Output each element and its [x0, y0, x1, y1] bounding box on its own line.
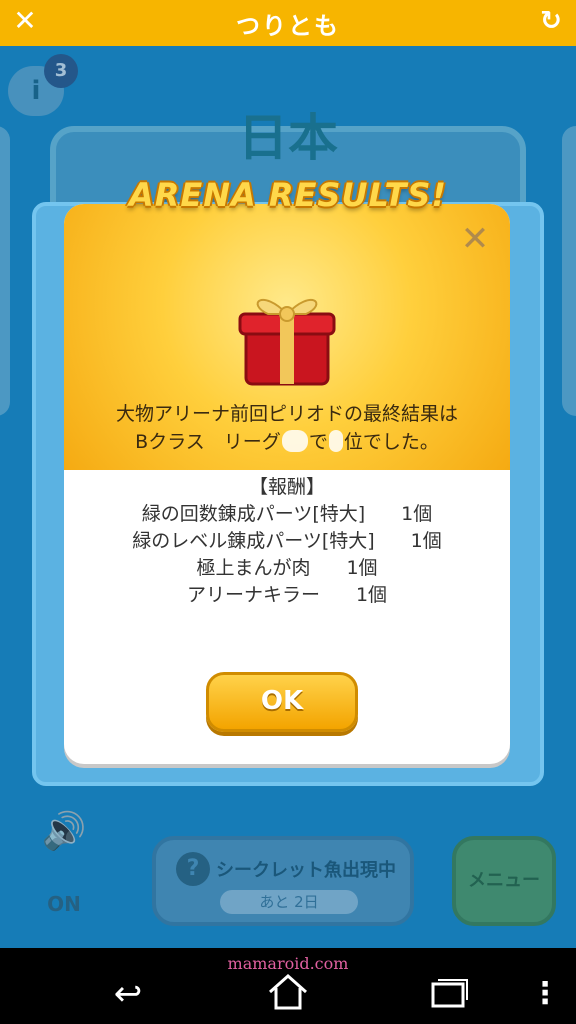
- result-message-line2: Bクラス リーグ で位でした。: [64, 428, 510, 456]
- app-title: つりとも: [236, 12, 340, 40]
- result-message: 大物アリーナ前回ピリオドの最終結果は Bクラス リーグ で位でした。: [64, 400, 510, 456]
- redacted-rank: [328, 430, 343, 452]
- watermark: mamaroid.com: [227, 954, 349, 973]
- redacted-league: [281, 430, 308, 452]
- reload-icon[interactable]: ↻: [536, 6, 566, 36]
- dialog-close-icon[interactable]: ✕: [458, 222, 492, 256]
- more-icon[interactable]: ⋮: [530, 974, 560, 1014]
- reward-name: 緑のレベル錬成パーツ[特大]: [132, 530, 375, 552]
- arena-results-banner: ARENA RESULTS!: [128, 176, 448, 214]
- arena-results-dialog: ✕ 大物アリーナ前回ピリオドの最終結果は Bクラス リーグ で位でした。 【報酬】…: [64, 204, 510, 764]
- rewards-list: 【報酬】 緑の回数錬成パーツ[特大] 1個 緑のレベル錬成パーツ[特大] 1個 極上…: [64, 474, 510, 609]
- reward-item: 緑のレベル錬成パーツ[特大] 1個: [64, 528, 510, 555]
- result-message-line1: 大物アリーナ前回ピリオドの最終結果は: [115, 403, 458, 425]
- reward-item: 極上まんが肉 1個: [64, 555, 510, 582]
- reward-item: 緑の回数錬成パーツ[特大] 1個: [64, 501, 510, 528]
- result-de: で: [308, 431, 328, 453]
- reward-item: アリーナキラー 1個: [64, 582, 510, 609]
- reward-qty: 1個: [346, 557, 378, 579]
- home-icon[interactable]: [266, 972, 310, 1012]
- dialog-header: ✕ 大物アリーナ前回ピリオドの最終結果は Bクラス リーグ で位でした。: [64, 204, 510, 470]
- result-rank-suffix: 位でした。: [343, 431, 439, 453]
- rewards-header: 【報酬】: [248, 476, 325, 498]
- result-class: Bクラス リーグ: [135, 431, 281, 453]
- reward-name: アリーナキラー: [186, 584, 320, 606]
- recent-apps-icon[interactable]: [430, 976, 470, 1010]
- back-icon[interactable]: ↩: [106, 976, 150, 1012]
- system-nav-bar: mamaroid.com ↩ ⋮: [0, 948, 576, 1024]
- reward-qty: 1個: [401, 503, 433, 525]
- reward-qty: 1個: [410, 530, 442, 552]
- reward-name: 極上まんが肉: [196, 557, 311, 579]
- ok-button[interactable]: OK: [206, 672, 358, 732]
- gift-icon: [238, 298, 336, 386]
- reward-qty: 1個: [355, 584, 388, 606]
- app-header: ✕ つりとも ↻: [0, 0, 576, 46]
- reward-name: 緑の回数錬成パーツ[特大]: [141, 503, 366, 525]
